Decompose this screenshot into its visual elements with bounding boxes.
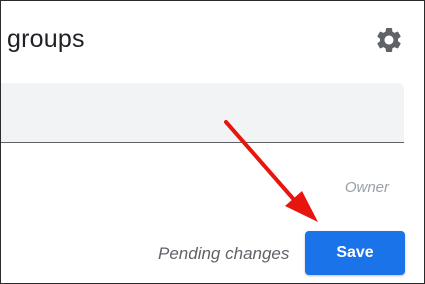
save-button[interactable]: Save [305,231,405,275]
dialog-panel: groups Owner Pending changes Save [0,0,425,284]
owner-column-label: Owner [344,179,389,196]
pending-changes-status: Pending changes [158,244,290,263]
page-title: groups [7,25,85,53]
gear-icon [377,27,401,52]
group-input-field[interactable] [1,83,404,143]
settings-button[interactable] [374,25,404,55]
